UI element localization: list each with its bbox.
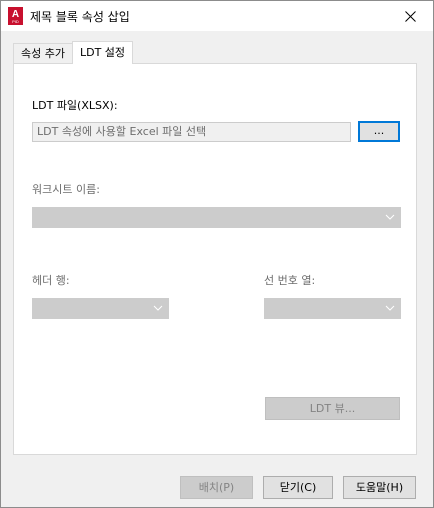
- worksheet-label: 워크시트 이름:: [32, 183, 100, 196]
- close-icon: [404, 10, 416, 22]
- ldt-file-input[interactable]: LDT 속성에 사용할 Excel 파일 선택: [32, 122, 351, 142]
- help-button[interactable]: 도움말(H): [343, 476, 416, 499]
- close-dialog-button[interactable]: 닫기(C): [263, 476, 333, 499]
- chevron-down-icon: [385, 305, 395, 311]
- line-number-column-label: 선 번호 열:: [264, 274, 316, 287]
- dialog-window: A PID 제목 블록 속성 삽입 속성 추가 LDT 설정 LDT 파일(XL…: [0, 0, 434, 508]
- close-button[interactable]: [387, 1, 433, 31]
- chevron-down-icon: [385, 214, 395, 220]
- worksheet-select[interactable]: [32, 207, 401, 228]
- header-row-label: 헤더 행:: [32, 274, 70, 287]
- ldt-file-label: LDT 파일(XLSX):: [32, 99, 118, 112]
- header-row-select[interactable]: [32, 298, 169, 319]
- tab-add-attributes[interactable]: 속성 추가: [13, 43, 73, 64]
- chevron-down-icon: [153, 305, 163, 311]
- svg-text:PID: PID: [12, 19, 19, 24]
- window-title: 제목 블록 속성 삽입: [30, 10, 130, 24]
- line-number-column-select[interactable]: [264, 298, 401, 319]
- autocad-app-icon: A PID: [8, 7, 23, 25]
- ldt-view-button[interactable]: LDT 뷰...: [265, 397, 400, 420]
- place-button[interactable]: 배치(P): [180, 476, 253, 499]
- browse-button[interactable]: ...: [358, 121, 400, 142]
- tab-ldt-settings[interactable]: LDT 설정: [72, 41, 133, 64]
- title-bar: A PID 제목 블록 속성 삽입: [1, 1, 433, 31]
